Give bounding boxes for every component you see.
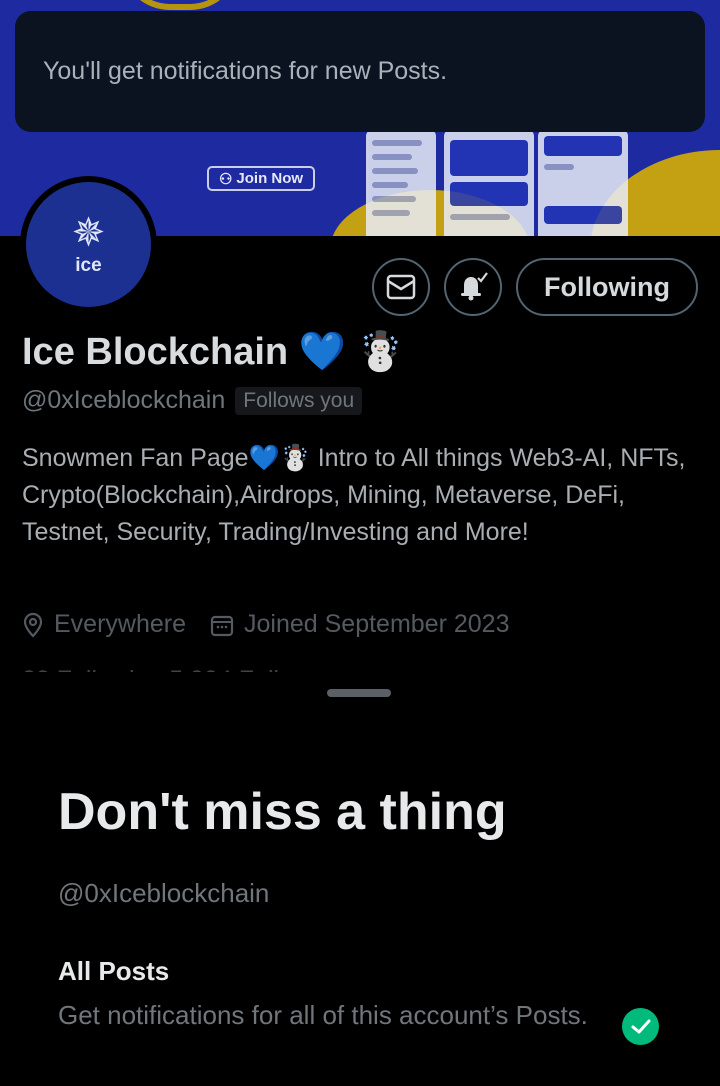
follows-you-badge: Follows you: [235, 386, 363, 415]
banner-phone-mockup: [444, 130, 534, 236]
avatar-image: ✵ ice: [26, 182, 151, 307]
profile-handle: @0xIceblockchain: [22, 386, 226, 414]
avatar[interactable]: ✵ ice: [20, 176, 157, 313]
following-button[interactable]: Following: [516, 258, 698, 316]
banner-phone-mockup: [366, 130, 436, 236]
sheet-handle: @0xIceblockchain: [58, 878, 270, 908]
snowflake-icon: ✵: [71, 210, 106, 255]
option-all-posts-description[interactable]: Get notifications for all of this accoun…: [58, 997, 588, 1034]
profile-meta: Everywhere Joined September 2023: [22, 610, 521, 639]
toast-message: You'll get notifications for new Posts.: [43, 57, 448, 85]
banner-phone-mockup: [538, 130, 628, 236]
banner-join-now: ⚇ Join Now: [207, 166, 315, 191]
checkmark-icon: [631, 1019, 650, 1033]
notifications-button[interactable]: [444, 258, 502, 316]
joined-item: Joined September 2023: [210, 610, 509, 639]
location-item: Everywhere: [22, 610, 186, 639]
sheet-title: Don't miss a thing: [58, 783, 507, 841]
handle-row: @0xIceblockchain Follows you: [22, 386, 363, 415]
sheet-drag-handle[interactable]: [327, 689, 391, 697]
profile-bio: Snowmen Fan Page💙☃️ Intro to All things …: [22, 444, 686, 546]
notification-toast: You'll get notifications for new Posts.: [15, 11, 705, 132]
calendar-icon: [210, 615, 234, 636]
location-pin-icon: [23, 612, 43, 638]
profile-name: Ice Blockchain 💙 ☃️: [22, 331, 404, 373]
option-all-posts-title[interactable]: All Posts: [58, 956, 169, 987]
option-all-posts-selected[interactable]: [622, 1008, 659, 1045]
people-icon: ⚇: [218, 170, 233, 188]
notifications-bottom-sheet: Don't miss a thing @0xIceblockchain All …: [0, 672, 720, 1086]
message-button[interactable]: [372, 258, 430, 316]
bell-check-icon: [461, 272, 488, 301]
envelope-icon: [386, 274, 416, 300]
banner-decoration: [120, 0, 240, 10]
